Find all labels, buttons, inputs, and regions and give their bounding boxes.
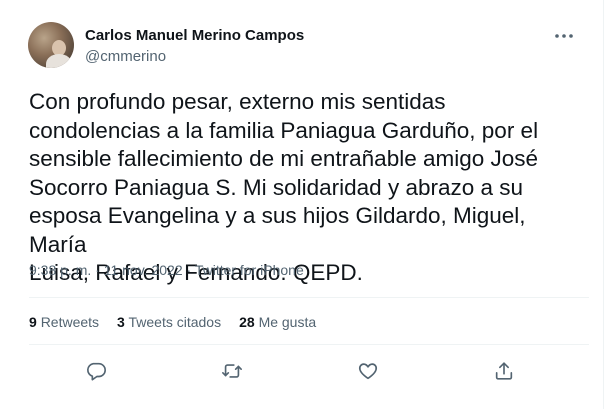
reply-icon (87, 362, 106, 381)
author-name[interactable]: Carlos Manuel Merino Campos (85, 27, 304, 44)
tweet-date[interactable]: 11 nov. 2022 (104, 262, 183, 278)
quotes-label: Tweets citados (128, 314, 222, 330)
heart-icon (358, 363, 378, 380)
retweets-label: Retweets (40, 314, 100, 330)
tweet-text: Con profundo pesar, externo mis sentidas… (29, 89, 539, 285)
more-options-button[interactable] (550, 24, 578, 48)
quotes-stat[interactable]: 3 Tweets citados (117, 314, 221, 330)
share-button[interactable] (491, 358, 517, 384)
tweet-meta: 9:38 p. m. · 11 nov. 2022 · Twitter for … (29, 262, 304, 278)
quotes-count: 3 (117, 314, 125, 330)
tweet-stats: 9 Retweets 3 Tweets citados 28 Me gusta (29, 314, 316, 330)
retweet-icon (222, 364, 242, 378)
avatar-shirt (46, 54, 72, 68)
author-handle[interactable]: @cmmerino (85, 48, 166, 65)
action-bar (29, 356, 589, 386)
retweet-button[interactable] (219, 358, 245, 384)
retweets-stat[interactable]: 9 Retweets (29, 314, 99, 330)
divider (29, 344, 589, 345)
like-button[interactable] (355, 358, 381, 384)
reply-button[interactable] (83, 358, 109, 384)
likes-stat[interactable]: 28 Me gusta (239, 314, 316, 330)
tweet-time[interactable]: 9:38 p. m. (29, 262, 91, 278)
divider (29, 297, 589, 298)
retweets-count: 9 (29, 314, 37, 330)
likes-count: 28 (239, 314, 255, 330)
meta-separator: · (186, 262, 192, 278)
share-icon (495, 362, 513, 380)
likes-label: Me gusta (258, 314, 317, 330)
meta-separator: · (95, 262, 100, 278)
more-horizontal-icon (555, 34, 573, 38)
tweet-source[interactable]: Twitter for iPhone (195, 262, 304, 278)
avatar[interactable] (28, 22, 74, 68)
tweet-card: Carlos Manuel Merino Campos @cmmerino Co… (0, 0, 604, 409)
